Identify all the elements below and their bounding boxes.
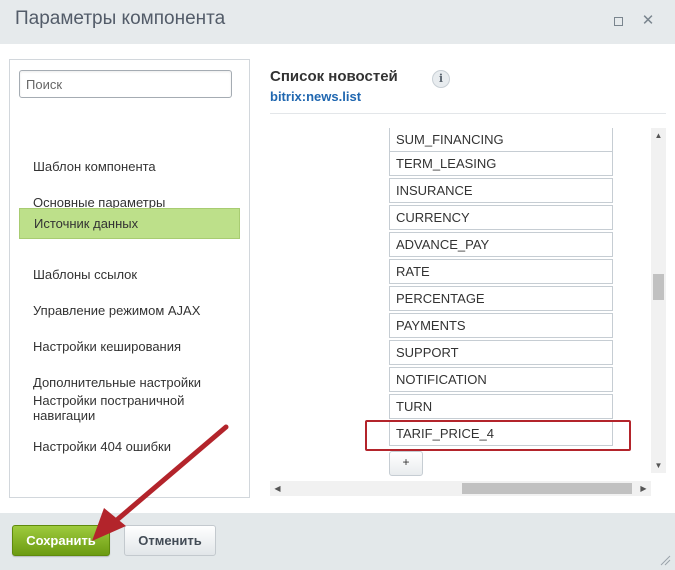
sidebar-item-link-templates[interactable]: Шаблоны ссылок [19, 262, 240, 286]
scroll-left-icon[interactable]: ◀ [270, 481, 285, 496]
sidebar-item-label: Настройки кеширования [33, 338, 182, 354]
field-input[interactable]: TURN [389, 394, 613, 419]
sidebar-item-404[interactable]: Настройки 404 ошибки [19, 434, 240, 458]
highlight-box [365, 420, 631, 451]
dialog-content: Шаблон компонента Основные параметры Ист… [0, 44, 675, 513]
sidebar-item-label: Шаблоны ссылок [33, 266, 138, 282]
save-button[interactable]: Сохранить [12, 525, 110, 556]
info-icon[interactable]: i [432, 70, 450, 88]
resize-grip-icon[interactable] [659, 554, 671, 566]
scroll-down-icon[interactable]: ▼ [651, 458, 666, 473]
sidebar-item-cache[interactable]: Настройки кеширования [19, 334, 240, 358]
field-input[interactable]: NOTIFICATION [389, 367, 613, 392]
sidebar-item-template[interactable]: Шаблон компонента [19, 154, 240, 178]
sidebar: Шаблон компонента Основные параметры Ист… [9, 59, 250, 498]
field-input[interactable]: TERM_LEASING [389, 151, 613, 176]
search-field[interactable] [19, 70, 232, 98]
field-list-panel: SUM_FINANCING TERM_LEASING INSURANCE CUR… [270, 128, 666, 496]
cancel-button[interactable]: Отменить [124, 525, 216, 556]
dialog-footer: Сохранить Отменить [0, 513, 675, 570]
field-input[interactable]: PAYMENTS [389, 313, 613, 338]
sidebar-item-label: Шаблон компонента [33, 158, 156, 174]
field-input[interactable]: ADVANCE_PAY [389, 232, 613, 257]
component-title: Список новостей [270, 68, 398, 85]
sidebar-item-label: Настройки 404 ошибки [33, 438, 171, 454]
field-input[interactable]: CURRENCY [389, 205, 613, 230]
maximize-icon[interactable] [610, 13, 626, 29]
close-icon[interactable]: ✕ [640, 13, 656, 29]
divider [270, 113, 666, 114]
field-input[interactable]: INSURANCE [389, 178, 613, 203]
scroll-thumb[interactable] [462, 483, 632, 494]
sidebar-item-label: Управление режимом AJAX [33, 302, 201, 318]
field-input[interactable]: SUPPORT [389, 340, 613, 365]
scroll-right-icon[interactable]: ▶ [636, 481, 651, 496]
sidebar-item-data-source[interactable]: Источник данных [19, 208, 240, 239]
title-bar: Параметры компонента ✕ [0, 0, 675, 44]
sidebar-item-ajax[interactable]: Управление режимом AJAX [19, 298, 240, 322]
field-input[interactable]: SUM_FINANCING [389, 128, 613, 152]
scroll-up-icon[interactable]: ▲ [651, 128, 666, 143]
sidebar-item-additional[interactable]: Дополнительные настройки [19, 370, 240, 394]
sidebar-item-label: Источник данных [34, 216, 139, 231]
add-field-button[interactable]: + [389, 451, 423, 476]
sidebar-item-label: Дополнительные настройки [33, 374, 202, 390]
vertical-scrollbar[interactable]: ▲ ▼ [651, 128, 666, 473]
sidebar-item-pagination[interactable]: Настройки постраничной навигации [19, 392, 240, 424]
window-title: Параметры компонента [15, 8, 226, 29]
sidebar-item-label: Настройки постраничной навигации [33, 393, 185, 423]
component-code: bitrix:news.list [270, 89, 362, 104]
horizontal-scrollbar[interactable]: ◀ ▶ [270, 481, 651, 496]
field-input[interactable]: PERCENTAGE [389, 286, 613, 311]
search-input[interactable] [20, 71, 231, 97]
scroll-thumb[interactable] [653, 274, 664, 300]
field-input[interactable]: RATE [389, 259, 613, 284]
